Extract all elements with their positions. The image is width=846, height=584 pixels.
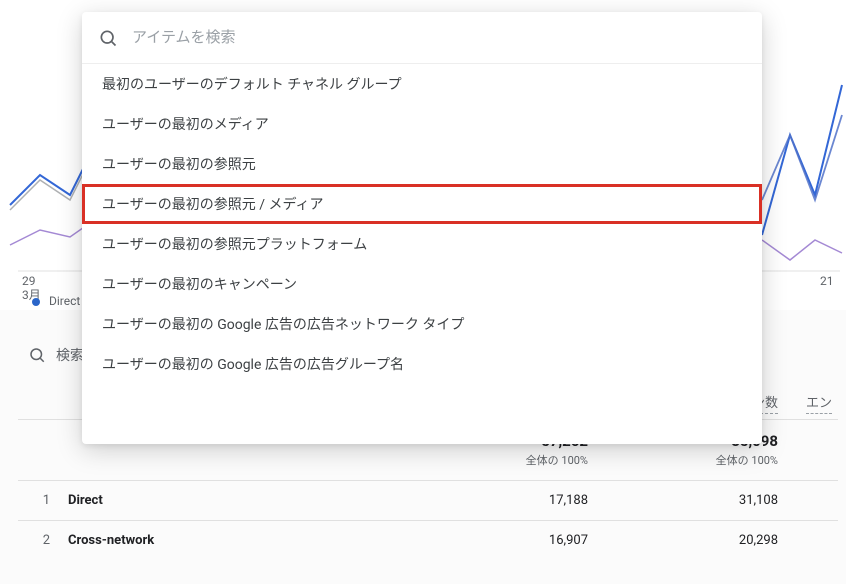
row-dimension: Cross-network (68, 533, 418, 548)
table-row[interactable]: 2Cross-network16,90720,298 (18, 520, 838, 560)
dropdown-option[interactable]: ユーザーの最初の Google 広告の広告グループ名 (82, 344, 762, 384)
dropdown-option[interactable]: ユーザーの最初の参照元プラットフォーム (82, 224, 762, 264)
x-tick-right-top: 21 (820, 274, 834, 288)
search-icon (98, 28, 118, 48)
dimension-dropdown[interactable]: 最初のユーザーのデフォルト チャネル グループユーザーの最初のメディアユーザーの… (82, 12, 762, 444)
dropdown-search[interactable] (82, 12, 762, 64)
dropdown-option[interactable]: ユーザーの最初のメディア (82, 104, 762, 144)
row-value-2: 31,108 (608, 493, 798, 508)
row-value-1: 16,907 (418, 533, 608, 548)
dropdown-option[interactable]: ユーザーの最初の参照元 / メディア (82, 184, 762, 224)
row-value-1: 17,188 (418, 493, 608, 508)
row-value-2: 20,298 (608, 533, 798, 548)
dropdown-option[interactable]: ユーザーの最初の Google 広告の広告ネットワーク タイプ (82, 304, 762, 344)
dropdown-option[interactable]: ユーザーの最初の参照元 (82, 144, 762, 184)
row-dimension: Direct (68, 493, 418, 508)
search-icon (28, 346, 46, 364)
legend-label: Direct (49, 294, 80, 308)
dropdown-option[interactable]: ユーザーの最初のキャンペーン (82, 264, 762, 304)
header-col-3[interactable]: エン (798, 392, 838, 419)
table-row[interactable]: 1Direct17,18831,108 (18, 480, 838, 520)
legend-dot-icon (32, 298, 40, 306)
row-index: 1 (18, 493, 68, 508)
x-tick-left-top: 29 (22, 274, 36, 288)
row-index: 2 (18, 533, 68, 548)
dropdown-search-input[interactable] (132, 29, 746, 46)
chart-legend: Direct (32, 294, 80, 308)
table-search-row[interactable]: 検索 (28, 345, 84, 365)
dropdown-option[interactable]: 最初のユーザーのデフォルト チャネル グループ (82, 64, 762, 104)
search-label: 検索 (56, 345, 84, 365)
